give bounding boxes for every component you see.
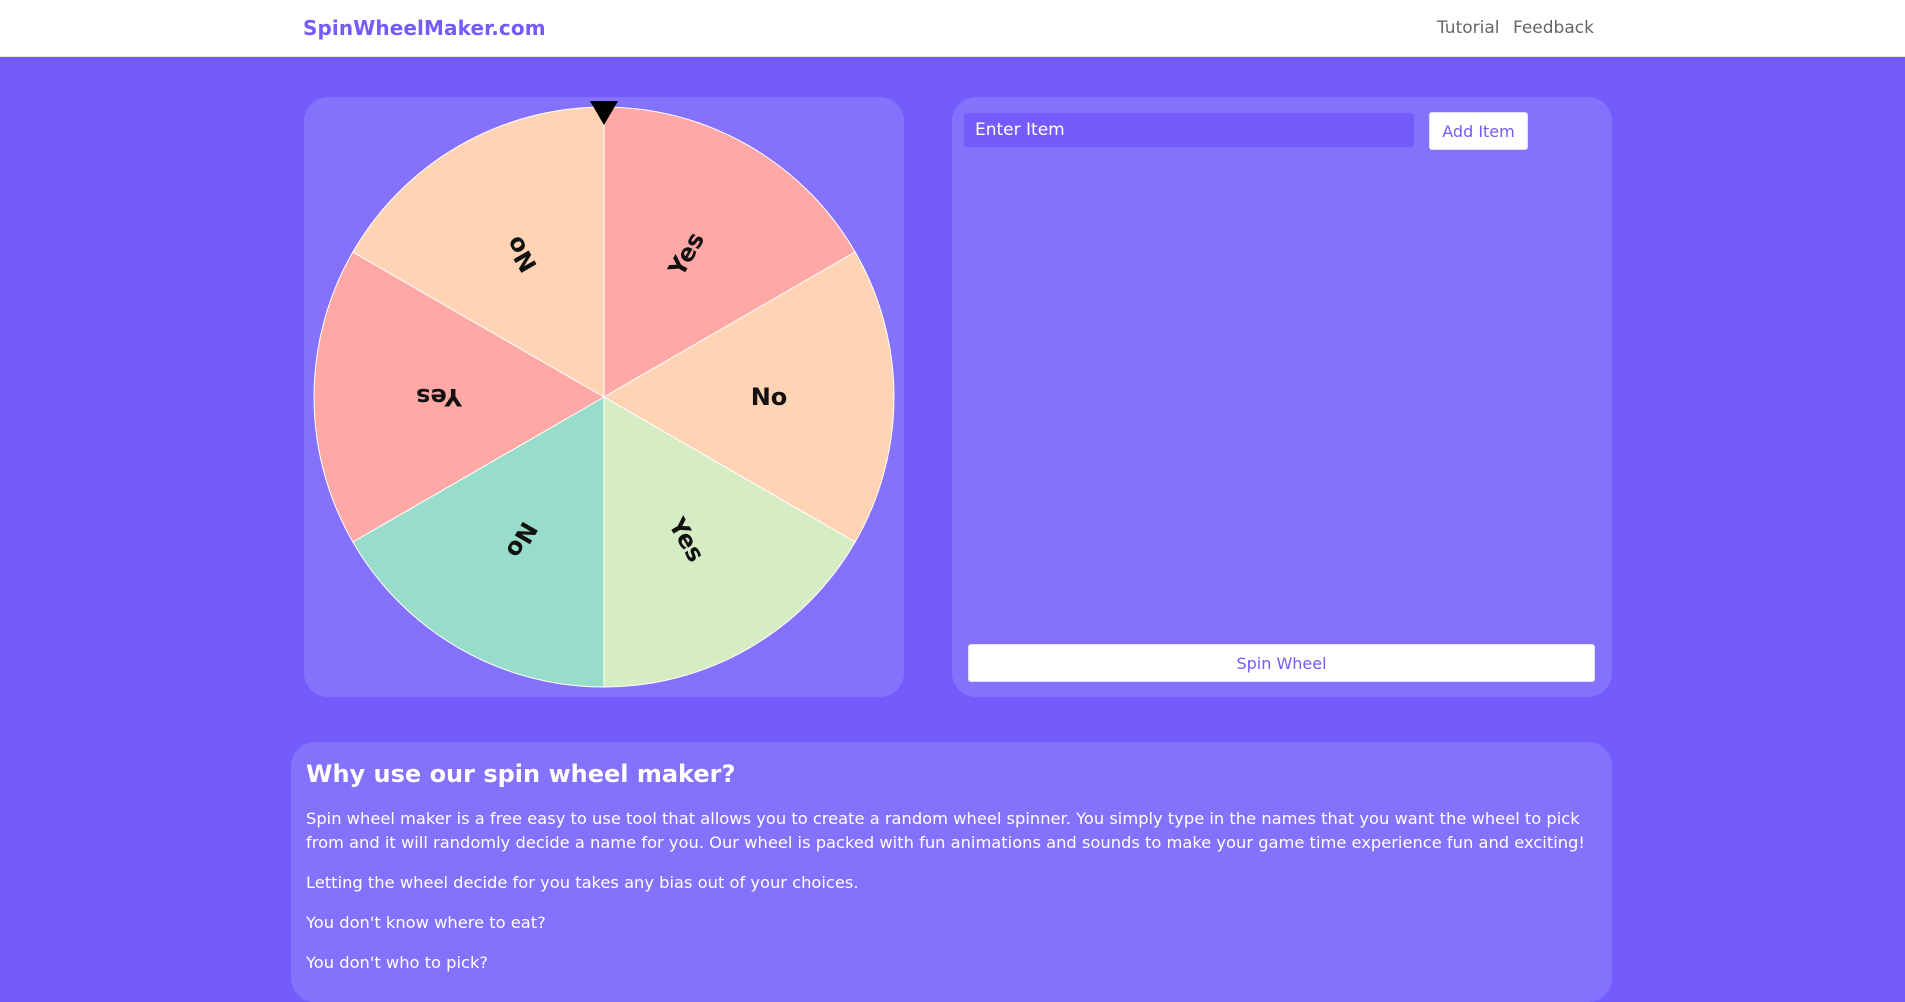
info-paragraph: Spin wheel maker is a free easy to use t…: [306, 809, 1585, 852]
spin-wheel-button[interactable]: Spin Wheel: [968, 644, 1595, 682]
wheel-segment-label: Yes: [416, 383, 463, 411]
spin-wheel[interactable]: YesNoYesNoYesNo: [304, 97, 904, 697]
item-input[interactable]: [964, 113, 1414, 147]
add-item-button[interactable]: Add Item: [1429, 112, 1528, 150]
nav-tutorial-link[interactable]: Tutorial: [1437, 18, 1500, 38]
info-paragraph: You don't who to pick?: [306, 953, 489, 972]
info-paragraph: You don't know where to eat?: [306, 913, 546, 932]
wheel-card: Yes No Yes No Yes No: [304, 97, 904, 697]
brand-logo-link[interactable]: SpinWheelMaker.com: [303, 16, 546, 40]
info-section: Why use our spin wheel maker? Spin wheel…: [291, 742, 1612, 1002]
items-card: Add Item Spin Wheel: [952, 97, 1612, 697]
wheel-segment-label: No: [751, 383, 788, 411]
info-title: Why use our spin wheel maker?: [306, 760, 736, 788]
info-paragraph: Letting the wheel decide for you takes a…: [306, 873, 859, 892]
nav-feedback-link[interactable]: Feedback: [1513, 18, 1594, 38]
top-navbar: SpinWheelMaker.com Tutorial Feedback: [0, 0, 1905, 57]
